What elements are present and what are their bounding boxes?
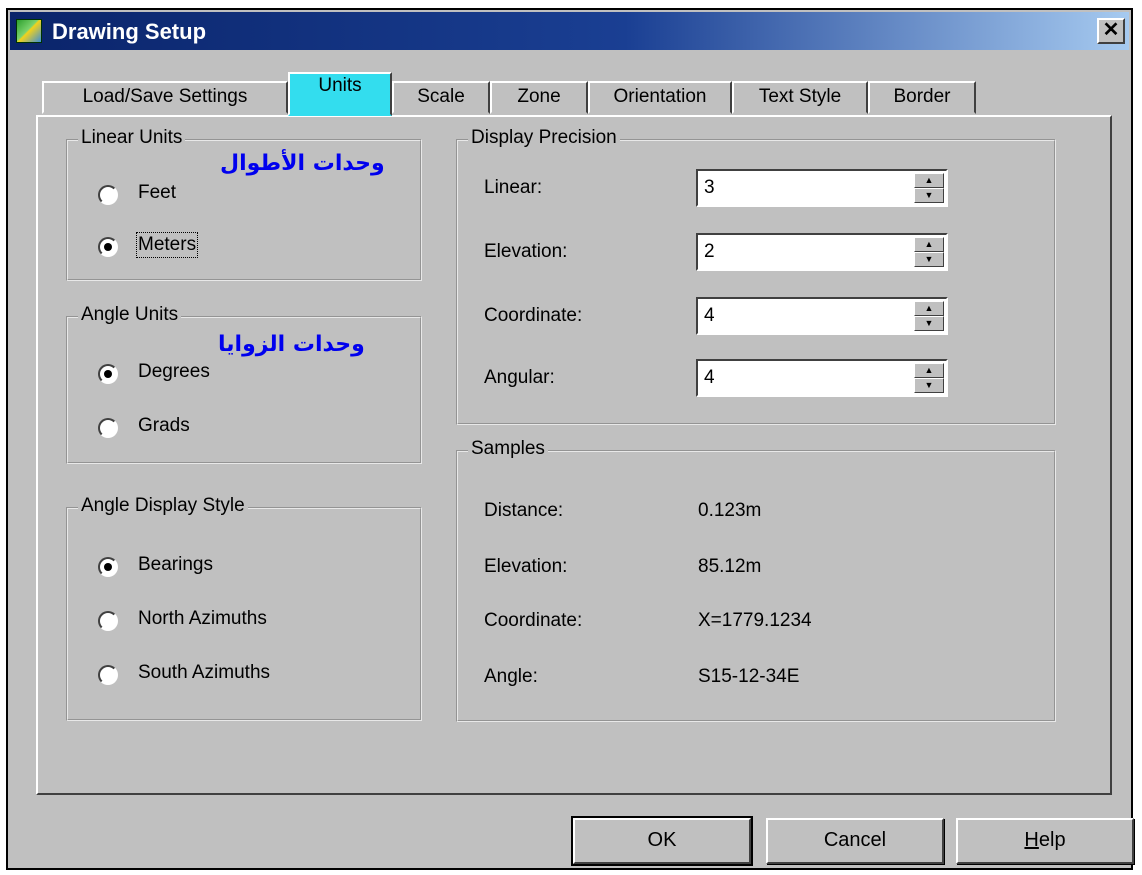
sample-elevation-value: 85.12m [698,556,762,577]
spinner-buttons: ▲ ▼ [914,301,944,331]
radio-degrees-circle[interactable] [98,364,118,384]
drawing-setup-dialog: Drawing Setup ✕ Load/Save Settings Units… [6,8,1134,870]
precision-elevation-label: Elevation: [484,241,568,262]
tab-orientation[interactable]: Orientation [588,81,732,114]
radio-selected-dot [104,563,112,571]
radio-meters-label: Meters [135,232,199,258]
angle-units-group: Angle Units وحدات الزوايا Degrees Grads [66,304,422,464]
cancel-button[interactable]: Cancel [766,818,944,864]
spin-up-icon[interactable]: ▲ [914,173,944,188]
radio-south-azimuths-label: South Azimuths [138,662,271,683]
linear-units-title: Linear Units [78,127,186,149]
sample-distance-label: Distance: [484,500,564,521]
precision-angular-input[interactable] [704,365,904,391]
close-button[interactable]: ✕ [1097,18,1125,44]
precision-elevation-spinner[interactable]: ▲ ▼ [696,233,948,271]
radio-bearings-label: Bearings [138,554,213,575]
precision-linear-spinner[interactable]: ▲ ▼ [696,169,948,207]
tab-text-style[interactable]: Text Style [732,81,868,114]
drawing-setup-icon [16,19,42,43]
sample-coordinate-label: Coordinate: [484,610,583,631]
radio-selected-dot [104,370,112,378]
angle-units-title: Angle Units [78,304,182,326]
spinner-buttons: ▲ ▼ [914,363,944,393]
spin-down-icon[interactable]: ▼ [914,252,944,267]
sample-angle-label: Angle: [484,666,538,687]
precision-linear-input[interactable] [704,175,904,201]
precision-linear-label: Linear: [484,177,543,198]
radio-north-azimuths-label: North Azimuths [138,608,267,629]
tab-border[interactable]: Border [868,81,976,114]
sample-elevation-label: Elevation: [484,556,568,577]
spin-up-icon[interactable]: ▲ [914,363,944,378]
radio-bearings-circle[interactable] [98,557,118,577]
spin-down-icon[interactable]: ▼ [914,378,944,393]
tab-units[interactable]: Units [288,72,392,116]
precision-coordinate-spinner[interactable]: ▲ ▼ [696,297,948,335]
sample-distance-value: 0.123m [698,500,762,521]
units-tab-panel: Linear Units وحدات الأطوال Feet Meters A… [36,115,1112,795]
spinner-buttons: ▲ ▼ [914,237,944,267]
tab-scale[interactable]: Scale [392,81,490,114]
dialog-title: Drawing Setup [52,19,207,44]
tab-zone[interactable]: Zone [490,81,588,114]
samples-group: Samples Distance: 0.123m Elevation: 85.1… [456,438,1056,722]
radio-grads-circle[interactable] [98,418,118,438]
radio-meters-circle[interactable] [98,237,118,257]
linear-units-annotation: وحدات الأطوال [220,151,385,176]
angle-display-style-group: Angle Display Style Bearings North Azimu… [66,495,422,721]
ok-button[interactable]: OK [571,816,753,866]
precision-elevation-input[interactable] [704,239,904,265]
samples-title: Samples [468,438,548,460]
linear-units-group: Linear Units وحدات الأطوال Feet Meters [66,127,422,281]
sample-angle-value: S15-12-34E [698,666,800,687]
close-icon: ✕ [1102,19,1120,41]
precision-angular-spinner[interactable]: ▲ ▼ [696,359,948,397]
radio-degrees-label: Degrees [138,361,210,382]
spin-down-icon[interactable]: ▼ [914,316,944,331]
help-button[interactable]: Help [956,818,1134,864]
radio-feet-circle[interactable] [98,185,118,205]
angle-units-annotation: وحدات الزوايا [218,332,365,357]
radio-south-azimuths-circle[interactable] [98,665,118,685]
title-bar[interactable]: Drawing Setup ✕ [10,12,1129,50]
radio-north-azimuths-circle[interactable] [98,611,118,631]
spin-up-icon[interactable]: ▲ [914,301,944,316]
precision-coordinate-label: Coordinate: [484,305,583,326]
angle-display-style-title: Angle Display Style [78,495,248,517]
precision-coordinate-input[interactable] [704,303,904,329]
precision-angular-label: Angular: [484,367,555,388]
sample-coordinate-value: X=1779.1234 [698,610,812,631]
radio-grads-label: Grads [138,415,190,436]
display-precision-title: Display Precision [468,127,620,149]
tab-load-save-settings[interactable]: Load/Save Settings [42,81,288,114]
radio-selected-dot [104,243,112,251]
radio-feet-label: Feet [138,182,177,203]
spin-up-icon[interactable]: ▲ [914,237,944,252]
spinner-buttons: ▲ ▼ [914,173,944,203]
display-precision-group: Display Precision Linear: ▲ ▼ Elevation:… [456,127,1056,425]
spin-down-icon[interactable]: ▼ [914,188,944,203]
